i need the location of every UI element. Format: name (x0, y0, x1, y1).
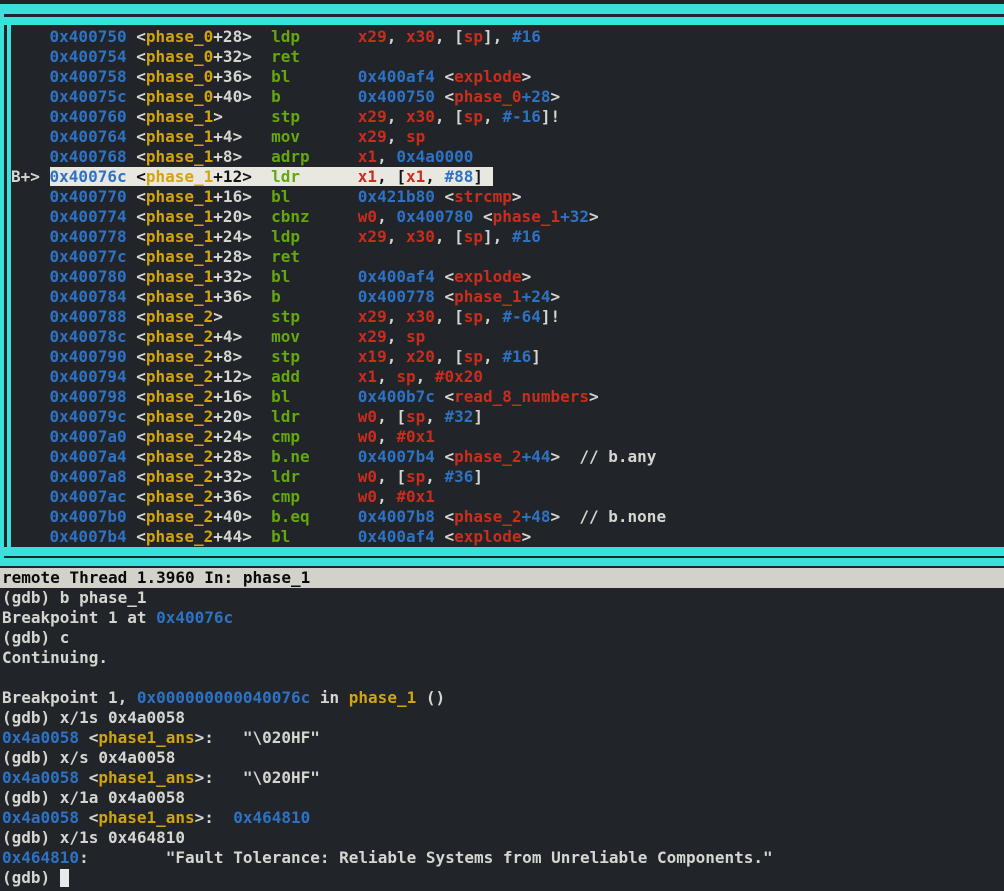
gdb-console[interactable]: (gdb) b phase_1 Breakpoint 1 at 0x40076c(… (2, 588, 773, 888)
console-line: (gdb) x/1a 0x4a0058 (2, 788, 186, 807)
disasm-row: 0x400760 <phase_1> stp x29, x30, [sp, #-… (49, 107, 561, 126)
terminal-frame-bottom (0, 558, 1004, 566)
disasm-row: 0x400784 <phase_1+36> b 0x400778 <phase_… (49, 287, 561, 306)
disasm-row: 0x40075c <phase_0+40> b 0x400750 <phase_… (49, 87, 561, 106)
console-line: Breakpoint 1, 0x000000000040076c in phas… (2, 688, 446, 707)
disasm-row: 0x400790 <phase_2+8> stp x19, x20, [sp, … (49, 347, 541, 366)
disasm-row: 0x40078c <phase_2+4> mov x29, sp (49, 327, 426, 346)
disasm-row: 0x4007b4 <phase_2+44> bl 0x400af4 <explo… (49, 527, 532, 546)
disasm-row: 0x4007b0 <phase_2+40> b.eq 0x4007b8 <pha… (49, 507, 667, 526)
disasm-row: 0x400778 <phase_1+24> ldp x29, x30, [sp]… (49, 227, 541, 246)
disasm-row: 0x400758 <phase_0+36> bl 0x400af4 <explo… (49, 67, 532, 86)
disasm-row: 0x400780 <phase_1+32> bl 0x400af4 <explo… (49, 267, 532, 286)
disassembly-window-border-bottom (0, 547, 1004, 556)
console-line: 0x4a0058 <phase1_ans>: 0x464810 (2, 808, 311, 827)
disasm-row: 0x4007a4 <phase_2+28> b.ne 0x4007b4 <pha… (49, 447, 657, 466)
disasm-row: 0x400798 <phase_2+16> bl 0x400b7c <read_… (49, 387, 599, 406)
terminal-frame-top (0, 4, 1004, 14)
disasm-row: 0x400770 <phase_1+16> bl 0x421b80 <strcm… (49, 187, 522, 206)
disasm-row: 0x400768 <phase_1+8> adrp x1, 0x4a0000 (49, 147, 474, 166)
disasm-row: 0x4007ac <phase_2+36> cmp w0, #0x1 (49, 487, 435, 506)
disassembly-window-border-top (0, 17, 1004, 25)
current-instruction-highlight: 0x40076c <phase_1+12> ldr x1, [x1, #88] (49, 167, 493, 186)
disasm-row-current: B+> 0x40076c <phase_1+12> ldr x1, [x1, #… (11, 167, 666, 187)
console-line: (gdb) x/1s 0x464810 (2, 828, 186, 847)
console-line: 0x4a0058 <phase1_ans>: "\020HF" (2, 768, 320, 787)
console-line: Continuing. (2, 648, 108, 667)
disasm-row: 0x400750 <phase_0+28> ldp x29, x30, [sp]… (49, 27, 541, 46)
disasm-row: 0x400764 <phase_1+4> mov x29, sp (49, 127, 426, 146)
tui-status-bar: remote Thread 1.3960 In: phase_1 (0, 568, 1004, 588)
console-line: (gdb) x/s 0x4a0058 (2, 748, 176, 767)
console-line: 0x464810: "Fault Tolerance: Reliable Sys… (2, 848, 773, 867)
console-line: Breakpoint 1 at 0x40076c (2, 608, 234, 627)
console-line: (gdb) b phase_1 (2, 588, 147, 607)
terminal-frame-left (0, 4, 4, 566)
disasm-row: 0x400754 <phase_0+32> ret (49, 47, 358, 66)
console-line: 0x4a0058 <phase1_ans>: "\020HF" (2, 728, 320, 747)
disasm-row: 0x400774 <phase_1+20> cbnz w0, 0x400780 … (49, 207, 599, 226)
disasm-row: 0x400788 <phase_2> stp x29, x30, [sp, #-… (49, 307, 561, 326)
console-line: (gdb) (2, 868, 773, 888)
disasm-row: 0x4007a8 <phase_2+32> ldr w0, [sp, #36] (49, 467, 484, 486)
disassembly-window[interactable]: 0x400750 <phase_0+28> ldp x29, x30, [sp]… (11, 27, 666, 547)
disasm-row: 0x40077c <phase_1+28> ret (49, 247, 358, 266)
terminal-cursor (59, 869, 69, 887)
disasm-row: 0x40079c <phase_2+20> ldr w0, [sp, #32] (49, 407, 484, 426)
disasm-row: 0x400794 <phase_2+12> add x1, sp, #0x20 (49, 367, 484, 386)
console-line: (gdb) c (2, 628, 70, 647)
disasm-row: 0x4007a0 <phase_2+24> cmp w0, #0x1 (49, 427, 435, 446)
console-line: (gdb) x/1s 0x4a0058 (2, 708, 186, 727)
